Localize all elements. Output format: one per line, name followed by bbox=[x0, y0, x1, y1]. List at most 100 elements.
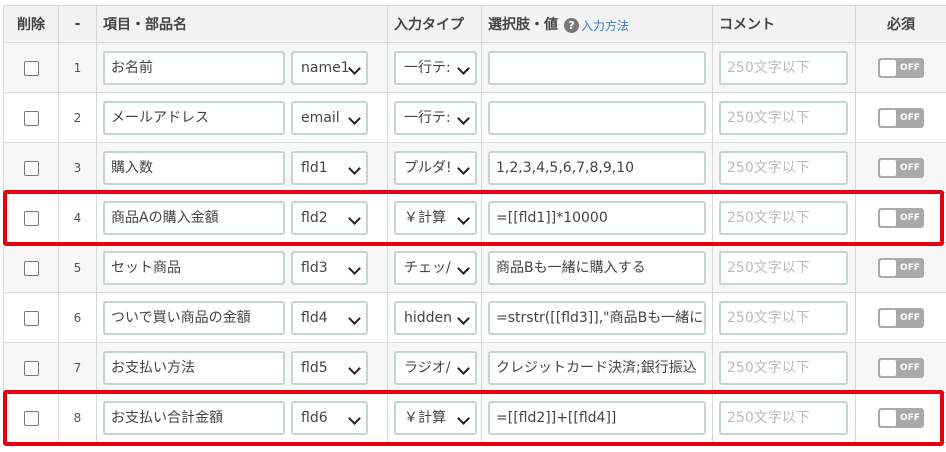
comment-input[interactable]: 250文字以下 bbox=[719, 250, 848, 285]
chevron-down-icon bbox=[348, 361, 361, 375]
item-name-input[interactable]: お支払い合計金額 bbox=[103, 400, 285, 435]
required-cell: OFF bbox=[855, 242, 946, 293]
options-value-input[interactable]: =[[fld1]]*10000 bbox=[488, 200, 706, 235]
required-toggle[interactable]: OFF bbox=[878, 357, 924, 378]
comment-input[interactable]: 250文字以下 bbox=[719, 300, 848, 335]
input-type-select[interactable]: ￥計算 bbox=[394, 200, 477, 235]
required-toggle[interactable]: OFF bbox=[878, 207, 924, 228]
required-toggle[interactable]: OFF bbox=[878, 107, 924, 128]
item-name-input[interactable]: お名前 bbox=[103, 50, 285, 85]
field-id-select[interactable]: email bbox=[291, 100, 368, 135]
table-row: 8 お支払い合計金額 fld6 ￥計算 =[[fld2]]+[[fld4]] 2… bbox=[3, 392, 946, 443]
item-name-input[interactable]: お支払い方法 bbox=[103, 350, 285, 385]
input-type-cell: チェッ/ bbox=[387, 242, 482, 293]
form-fields-table: 削除 - 項目・部品名 入力タイプ 選択肢・値? 入力方法 コメント 必須 1 お… bbox=[3, 5, 946, 443]
required-cell: OFF bbox=[855, 92, 946, 143]
delete-checkbox[interactable] bbox=[23, 261, 39, 276]
row-number: 8 bbox=[58, 392, 97, 443]
options-value-input[interactable]: クレジットカード決済;銀行振込 bbox=[488, 350, 706, 385]
input-type-value: チェッ/ bbox=[404, 259, 451, 276]
item-name-input[interactable]: 購入数 bbox=[103, 150, 285, 185]
field-id-value: name1 bbox=[301, 59, 350, 76]
input-method-link[interactable]: 入力方法 bbox=[581, 19, 629, 33]
toggle-knob bbox=[880, 59, 896, 76]
item-cell: セット商品 fld3 bbox=[96, 242, 388, 293]
options-cell: =strstr([[fld3]],"商品Bも一緒に購 bbox=[481, 292, 713, 343]
toggle-knob bbox=[880, 409, 896, 426]
field-id-select[interactable]: fld1 bbox=[291, 150, 368, 185]
input-type-value: プルダ! bbox=[404, 159, 452, 176]
field-id-select[interactable]: name1 bbox=[291, 50, 368, 85]
chevron-down-icon bbox=[348, 411, 361, 425]
comment-input[interactable]: 250文字以下 bbox=[719, 400, 848, 435]
comment-cell: 250文字以下 bbox=[712, 92, 856, 143]
field-id-select[interactable]: fld6 bbox=[291, 400, 368, 435]
chevron-down-icon bbox=[457, 261, 470, 275]
table-row: 7 お支払い方法 fld5 ラジオ/ クレジットカード決済;銀行振込 250文字… bbox=[3, 342, 946, 393]
field-id-select[interactable]: fld3 bbox=[291, 250, 368, 285]
toggle-off-label: OFF bbox=[900, 412, 920, 423]
comment-input[interactable]: 250文字以下 bbox=[719, 150, 848, 185]
input-type-select[interactable]: ラジオ/ bbox=[394, 350, 477, 385]
comment-input[interactable]: 250文字以下 bbox=[719, 350, 848, 385]
options-value-input[interactable]: =strstr([[fld3]],"商品Bも一緒に購 bbox=[488, 300, 706, 335]
required-toggle[interactable]: OFF bbox=[878, 57, 924, 78]
input-type-cell: 一行テ: bbox=[387, 92, 482, 143]
required-toggle[interactable]: OFF bbox=[878, 157, 924, 178]
row-number: 2 bbox=[58, 92, 97, 143]
input-type-select[interactable]: チェッ/ bbox=[394, 250, 477, 285]
input-type-cell: 一行テ: bbox=[387, 42, 482, 93]
comment-cell: 250文字以下 bbox=[712, 142, 856, 193]
help-icon[interactable]: ? bbox=[564, 17, 579, 33]
comment-input[interactable]: 250文字以下 bbox=[719, 200, 848, 235]
input-type-select[interactable]: プルダ! bbox=[394, 150, 477, 185]
field-id-select[interactable]: fld2 bbox=[291, 200, 368, 235]
input-type-value: 一行テ: bbox=[404, 109, 451, 126]
delete-checkbox[interactable] bbox=[23, 211, 39, 226]
field-id-value: fld1 bbox=[301, 159, 328, 176]
item-name-input[interactable]: メールアドレス bbox=[103, 100, 285, 135]
table-row: 3 購入数 fld1 プルダ! 1,2,3,4,5,6,7,8,9,10 250… bbox=[3, 142, 946, 193]
required-toggle[interactable]: OFF bbox=[878, 307, 924, 328]
delete-checkbox[interactable] bbox=[23, 61, 39, 76]
delete-checkbox[interactable] bbox=[23, 311, 39, 326]
field-id-select[interactable]: fld4 bbox=[291, 300, 368, 335]
comment-cell: 250文字以下 bbox=[712, 192, 856, 243]
required-toggle[interactable]: OFF bbox=[878, 407, 924, 428]
item-name-input[interactable]: ついで買い商品の金額 bbox=[103, 300, 285, 335]
options-value-input[interactable] bbox=[488, 50, 706, 85]
item-cell: お名前 name1 bbox=[96, 42, 388, 93]
input-type-select[interactable]: ￥計算 bbox=[394, 400, 477, 435]
chevron-down-icon bbox=[457, 361, 470, 375]
comment-input[interactable]: 250文字以下 bbox=[719, 100, 848, 135]
options-value-input[interactable]: 商品Bも一緒に購入する bbox=[488, 250, 706, 285]
input-type-cell: hidden bbox=[387, 292, 482, 343]
delete-checkbox[interactable] bbox=[23, 111, 39, 126]
chevron-down-icon bbox=[457, 311, 470, 325]
delete-checkbox[interactable] bbox=[23, 361, 39, 376]
required-toggle[interactable]: OFF bbox=[878, 257, 924, 278]
table-header-row: 削除 - 項目・部品名 入力タイプ 選択肢・値? 入力方法 コメント 必須 bbox=[3, 5, 946, 43]
options-value-input[interactable]: 1,2,3,4,5,6,7,8,9,10 bbox=[488, 150, 706, 185]
item-name-input[interactable]: 商品Aの購入金額 bbox=[103, 200, 285, 235]
item-cell: 購入数 fld1 bbox=[96, 142, 388, 193]
delete-checkbox[interactable] bbox=[23, 161, 39, 176]
delete-checkbox[interactable] bbox=[23, 411, 39, 426]
comment-cell: 250文字以下 bbox=[712, 242, 856, 293]
toggle-knob bbox=[880, 159, 896, 176]
options-value-input[interactable]: =[[fld2]]+[[fld4]] bbox=[488, 400, 706, 435]
options-cell bbox=[481, 92, 713, 143]
comment-input[interactable]: 250文字以下 bbox=[719, 50, 848, 85]
delete-cell bbox=[3, 92, 59, 143]
options-value-input[interactable] bbox=[488, 100, 706, 135]
item-name-input[interactable]: セット商品 bbox=[103, 250, 285, 285]
field-id-value: fld5 bbox=[301, 359, 328, 376]
field-id-select[interactable]: fld5 bbox=[291, 350, 368, 385]
input-type-select[interactable]: hidden bbox=[394, 300, 477, 335]
item-cell: メールアドレス email bbox=[96, 92, 388, 143]
input-type-select[interactable]: 一行テ: bbox=[394, 100, 477, 135]
table-row: 6 ついで買い商品の金額 fld4 hidden =strstr([[fld3]… bbox=[3, 292, 946, 343]
input-type-select[interactable]: 一行テ: bbox=[394, 50, 477, 85]
row-number: 5 bbox=[58, 242, 97, 293]
toggle-knob bbox=[880, 209, 896, 226]
